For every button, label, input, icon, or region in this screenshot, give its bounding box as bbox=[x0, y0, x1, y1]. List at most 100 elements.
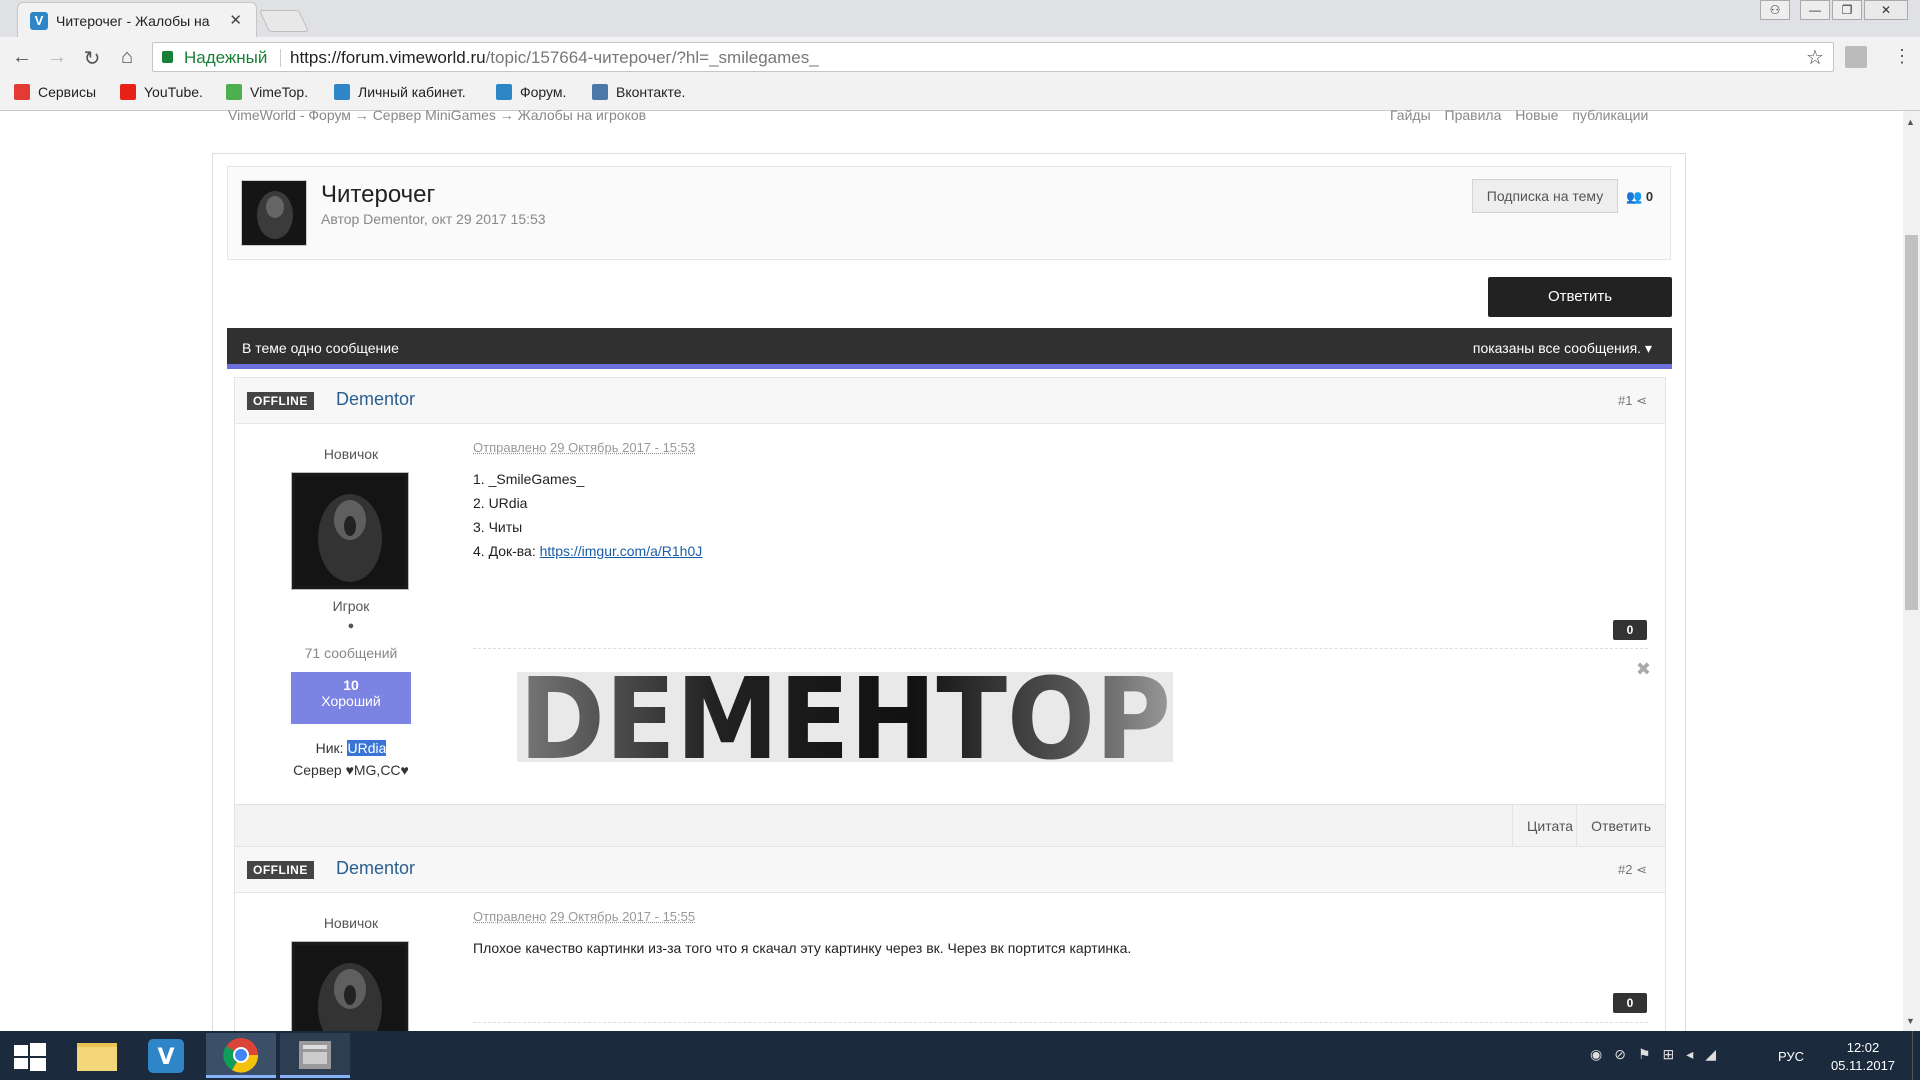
vimeworld-icon bbox=[496, 84, 512, 100]
chrome-menu-icon[interactable]: ⋮ bbox=[1893, 46, 1911, 67]
posts-filter-dropdown[interactable]: показаны все сообщения. ▾ bbox=[1473, 340, 1652, 357]
folder-icon bbox=[77, 1043, 117, 1071]
home-icon[interactable]: ⌂ bbox=[115, 46, 139, 69]
post-header: OFFLINE Dementor #1 ⋖ bbox=[235, 378, 1665, 424]
vimeworld-icon: V bbox=[148, 1039, 184, 1073]
taskbar-vimeworld[interactable]: V bbox=[132, 1033, 202, 1078]
lock-icon bbox=[162, 51, 173, 63]
clock[interactable]: 12:02 05.11.2017 bbox=[1818, 1039, 1908, 1075]
hide-signature-icon[interactable]: ✖ bbox=[1636, 659, 1651, 680]
status-badge: OFFLINE bbox=[247, 861, 314, 879]
share-icon[interactable]: ⋖ bbox=[1636, 393, 1647, 408]
taskbar-explorer[interactable] bbox=[62, 1033, 132, 1078]
bookmark-vk[interactable]: Вконтакте. bbox=[592, 84, 685, 100]
reputation-label: Хороший bbox=[321, 693, 381, 709]
scroll-down-icon[interactable]: ▼ bbox=[1906, 1016, 1915, 1026]
post-line: 4. Док-ва: https://imgur.com/a/R1h0J bbox=[473, 543, 703, 559]
post-footer: Цитата Ответить bbox=[235, 804, 1665, 848]
post: OFFLINE Dementor #1 ⋖ Новичок Игрок ● 71… bbox=[234, 377, 1666, 848]
bar-accent-line bbox=[227, 364, 1672, 369]
topic-title: Читерочег bbox=[321, 181, 436, 208]
nick-field: Ник: URdia bbox=[315, 740, 387, 756]
windows-logo-icon bbox=[14, 1043, 46, 1071]
bookmark-cabinet[interactable]: Личный кабинет. bbox=[334, 84, 466, 100]
post-reply-button[interactable]: Ответить bbox=[1576, 805, 1665, 848]
reload-icon[interactable]: ↻ bbox=[80, 46, 104, 71]
omnibox-separator bbox=[280, 49, 281, 67]
post-header: OFFLINE Dementor #2 ⋖ bbox=[235, 847, 1665, 893]
followers-icon: 👥 bbox=[1626, 189, 1643, 204]
vk-icon bbox=[592, 84, 608, 100]
language-indicator[interactable]: РУС bbox=[1778, 1049, 1804, 1064]
post-body: Плохое качество картинки из-за того что … bbox=[473, 940, 1132, 956]
post-line: 2. URdia bbox=[473, 495, 528, 511]
bookmark-forum[interactable]: Форум. bbox=[496, 84, 566, 100]
author-avatar[interactable] bbox=[241, 180, 307, 246]
tab-close-icon[interactable]: ✕ bbox=[229, 11, 242, 29]
post-avatar[interactable] bbox=[291, 472, 409, 590]
avatar-image bbox=[295, 476, 405, 586]
vimeworld-favicon-icon: V bbox=[30, 12, 48, 30]
post-line: 3. Читы bbox=[473, 519, 523, 535]
author-name[interactable]: Dementor bbox=[336, 858, 415, 879]
chevron-down-icon: ▾ bbox=[1644, 340, 1652, 356]
member-rank: Новичок bbox=[323, 446, 379, 462]
taskbar-app[interactable] bbox=[280, 1033, 350, 1078]
reply-button[interactable]: Ответить bbox=[1488, 277, 1672, 317]
taskbar-chrome[interactable] bbox=[206, 1033, 276, 1078]
post-number[interactable]: #2 ⋖ bbox=[1618, 862, 1647, 878]
forward-icon[interactable]: → bbox=[45, 46, 69, 69]
svg-text:V: V bbox=[157, 1045, 174, 1070]
breadcrumb[interactable]: VimeWorld - Форум → Сервер MiniGames → Ж… bbox=[228, 107, 646, 123]
followers-count[interactable]: 👥 0 bbox=[1626, 189, 1653, 205]
like-count[interactable]: 0 bbox=[1613, 620, 1647, 640]
bookmark-youtube[interactable]: YouTube. bbox=[120, 84, 203, 100]
share-icon[interactable]: ⋖ bbox=[1636, 862, 1647, 877]
post: OFFLINE Dementor #2 ⋖ Новичок Отправлено… bbox=[234, 846, 1666, 1059]
close-window-button[interactable]: ✕ bbox=[1864, 0, 1908, 20]
top-links[interactable]: Гайды Правила Новые публикации bbox=[1390, 107, 1648, 123]
posts-count-label: В теме одно сообщение bbox=[242, 340, 399, 356]
subscribe-button[interactable]: Подписка на тему bbox=[1472, 179, 1618, 213]
reputation-badge: 10 Хороший bbox=[291, 672, 411, 724]
back-icon[interactable]: ← bbox=[10, 46, 34, 69]
browser-tab[interactable]: V Читерочег - Жалобы на ✕ bbox=[17, 2, 257, 37]
secure-label: Надежный bbox=[184, 48, 268, 67]
youtube-icon bbox=[120, 84, 136, 100]
post-line: 1. _SmileGames_ bbox=[473, 471, 585, 487]
like-count[interactable]: 0 bbox=[1613, 993, 1647, 1013]
signature-art: DEMEHTOP bbox=[519, 655, 1171, 785]
clock-date: 05.11.2017 bbox=[1830, 1058, 1896, 1073]
tab-title: Читерочег - Жалобы на bbox=[56, 13, 210, 29]
signature-text: DEMEHTOP bbox=[519, 672, 1171, 762]
reputation-value: 10 bbox=[343, 677, 359, 693]
scrollbar-thumb[interactable] bbox=[1905, 235, 1918, 610]
show-desktop-button[interactable] bbox=[1912, 1031, 1920, 1080]
group-dot-icon: ● bbox=[347, 620, 355, 632]
scroll-up-icon[interactable]: ▲ bbox=[1906, 117, 1915, 127]
bookmark-services[interactable]: Сервисы bbox=[14, 84, 96, 100]
topic-meta: Автор Dementor, окт 29 2017 15:53 bbox=[321, 211, 546, 227]
bookmark-vimetop[interactable]: VimeTop. bbox=[226, 84, 308, 100]
proof-link[interactable]: https://imgur.com/a/R1h0J bbox=[540, 543, 703, 559]
signature-divider bbox=[473, 1022, 1648, 1023]
restore-button[interactable]: ❐ bbox=[1832, 0, 1862, 20]
member-rank: Новичок bbox=[323, 915, 379, 931]
extension-icon[interactable] bbox=[1845, 46, 1867, 68]
url-path: /topic/157664-читерочег/?hl=_smilegames_ bbox=[485, 48, 819, 67]
system-tray-icons[interactable]: ◉⊘⚑⊞◂◢ bbox=[1590, 1046, 1728, 1063]
apps-icon bbox=[14, 84, 30, 100]
url-text[interactable]: https://forum.vimeworld.ru/topic/157664-… bbox=[290, 48, 819, 68]
server-field: Сервер ♥MG,CC♥ bbox=[293, 762, 409, 778]
start-button[interactable] bbox=[10, 1040, 48, 1074]
avatar-image bbox=[242, 181, 306, 245]
bookmark-star-icon[interactable]: ☆ bbox=[1806, 45, 1824, 70]
profile-icon[interactable]: ⚇ bbox=[1760, 0, 1790, 20]
status-badge: OFFLINE bbox=[247, 392, 314, 410]
post-body: 1. _SmileGames_ 2. URdia 3. Читы 4. Док-… bbox=[473, 467, 702, 563]
post-date: Отправлено 29 Октябрь 2017 - 15:53 bbox=[473, 440, 696, 455]
minimize-button[interactable]: — bbox=[1800, 0, 1830, 20]
post-count[interactable]: 71 сообщений bbox=[271, 645, 431, 661]
post-number[interactable]: #1 ⋖ bbox=[1618, 393, 1647, 409]
author-name[interactable]: Dementor bbox=[336, 389, 415, 410]
